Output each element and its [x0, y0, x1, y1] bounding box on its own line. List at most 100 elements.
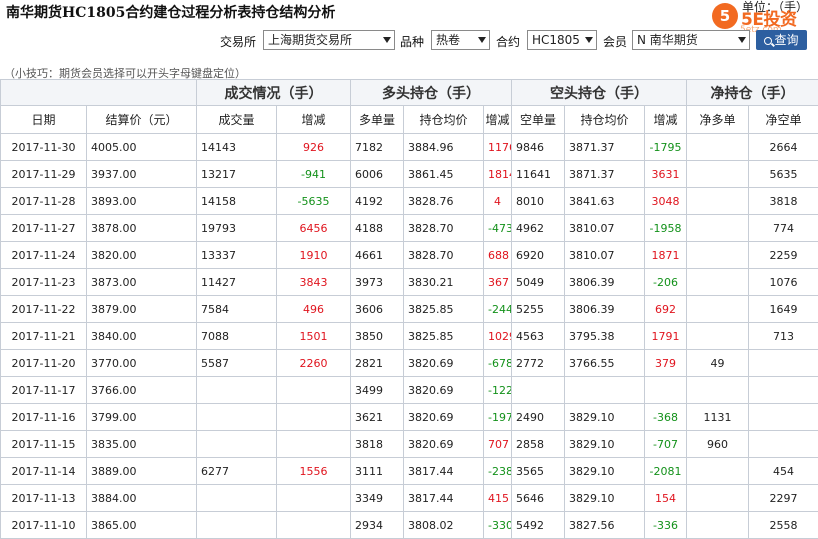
cell-short-avg-price: 3810.07 — [564, 241, 645, 269]
cell-short-qty: 5646 — [511, 484, 565, 512]
cell-long-change: 415 — [483, 484, 512, 512]
cell-short-qty: 5492 — [511, 511, 565, 539]
group-header-row: 成交情况（手） 多头持仓（手） 空头持仓（手） 净持仓（手） — [0, 79, 818, 106]
col-header-settle[interactable]: 结算价（元） — [86, 105, 197, 134]
cell-net-short: 774 — [748, 214, 818, 242]
position-table: 成交情况（手） 多头持仓（手） 空头持仓（手） 净持仓（手） 日期 结算价（元）… — [0, 79, 818, 539]
cell-volume: 13217 — [196, 160, 277, 188]
cell-short-avg-price: 3829.10 — [564, 484, 645, 512]
cell-net-long — [686, 187, 749, 215]
cell-long-qty: 6006 — [350, 160, 404, 188]
cell-short-avg-price: 3829.10 — [564, 430, 645, 458]
cell-short-avg-price: 3795.38 — [564, 322, 645, 350]
cell-long-avg-price: 3817.44 — [403, 484, 484, 512]
cell-volume-change: -941 — [276, 160, 351, 188]
cell-volume: 14143 — [196, 133, 277, 161]
col-header-long-change[interactable]: 增减 — [483, 105, 512, 134]
cell-short-change: -368 — [644, 403, 687, 431]
cell-net-long — [686, 214, 749, 242]
cell-net-long: 1131 — [686, 403, 749, 431]
cell-date: 2017-11-24 — [0, 241, 87, 269]
cell-net-short: 5635 — [748, 160, 818, 188]
cell-long-avg-price: 3828.70 — [403, 241, 484, 269]
column-header-row: 日期 结算价（元） 成交量 增减 多单量 持仓均价 增减 空单量 持仓均价 增减… — [0, 105, 818, 134]
table-row: 2017-11-23 3873.00 11427 3843 3973 3830.21 367… — [0, 268, 818, 296]
cell-net-short: 2297 — [748, 484, 818, 512]
cell-short-qty: 2858 — [511, 430, 565, 458]
col-header-date[interactable]: 日期 — [0, 105, 87, 134]
cell-long-change: 4 — [483, 187, 512, 215]
cell-volume: 6277 — [196, 457, 277, 485]
cell-net-long — [686, 241, 749, 269]
cell-long-change: 688 — [483, 241, 512, 269]
col-header-net-long[interactable]: 净多单 — [686, 105, 749, 134]
table-row: 2017-11-24 3820.00 13337 1910 4661 3828.70 688… — [0, 241, 818, 269]
member-select[interactable]: N 南华期货 — [632, 30, 750, 50]
cell-short-change: -336 — [644, 511, 687, 539]
cell-net-long: 49 — [686, 349, 749, 377]
cell-net-short — [748, 376, 818, 404]
col-header-volume[interactable]: 成交量 — [196, 105, 277, 134]
cell-short-avg-price: 3829.10 — [564, 457, 645, 485]
cell-short-avg-price: 3871.37 — [564, 160, 645, 188]
cell-short-change: -1958 — [644, 214, 687, 242]
cell-short-change — [644, 376, 687, 404]
group-header-net: 净持仓（手） — [686, 79, 818, 106]
cell-long-change: 1814 — [483, 160, 512, 188]
cell-volume-change — [276, 511, 351, 539]
cell-short-qty: 5049 — [511, 268, 565, 296]
cell-net-short: 2259 — [748, 241, 818, 269]
cell-settle-price: 3893.00 — [86, 187, 197, 215]
cell-volume-change: -5635 — [276, 187, 351, 215]
cell-settle-price: 3937.00 — [86, 160, 197, 188]
table-row: 2017-11-14 3889.00 6277 1556 3111 3817.44 -238… — [0, 457, 818, 485]
chevron-down-icon — [585, 37, 593, 43]
group-header-short: 空头持仓（手） — [511, 79, 687, 106]
cell-short-avg-price: 3841.63 — [564, 187, 645, 215]
cell-long-qty: 3349 — [350, 484, 404, 512]
table-row: 2017-11-10 3865.00 2934 3808.02 -330 5492 3827… — [0, 511, 818, 539]
cell-long-avg-price: 3820.69 — [403, 430, 484, 458]
cell-volume-change: 1501 — [276, 322, 351, 350]
cell-long-qty: 3606 — [350, 295, 404, 323]
contract-select[interactable]: HC1805 — [527, 30, 597, 50]
cell-date: 2017-11-15 — [0, 430, 87, 458]
cell-long-change: 1029 — [483, 322, 512, 350]
col-header-volume-change[interactable]: 增减 — [276, 105, 351, 134]
col-header-short-avg[interactable]: 持仓均价 — [564, 105, 645, 134]
table-row: 2017-11-22 3879.00 7584 496 3606 3825.85 -244 5… — [0, 295, 818, 323]
cell-short-avg-price: 3766.55 — [564, 349, 645, 377]
query-button[interactable]: 查询 — [756, 30, 807, 50]
exchange-select[interactable]: 上海期货交易所 — [263, 30, 395, 50]
product-select[interactable]: 热卷 — [431, 30, 490, 50]
member-select-value: N 南华期货 — [637, 33, 698, 47]
cell-settle-price: 3835.00 — [86, 430, 197, 458]
col-header-short-qty[interactable]: 空单量 — [511, 105, 565, 134]
cell-long-qty: 4188 — [350, 214, 404, 242]
col-header-net-short[interactable]: 净空单 — [748, 105, 818, 134]
cell-date: 2017-11-10 — [0, 511, 87, 539]
col-header-long-avg[interactable]: 持仓均价 — [403, 105, 484, 134]
cell-volume — [196, 484, 277, 512]
table-body: 2017-11-304005.001414392671823884.961176… — [0, 133, 818, 539]
cell-volume-change — [276, 403, 351, 431]
table-row: 2017-11-304005.001414392671823884.961176… — [0, 133, 818, 161]
cell-long-avg-price: 3820.69 — [403, 376, 484, 404]
cell-date: 2017-11-20 — [0, 349, 87, 377]
col-header-long-qty[interactable]: 多单量 — [350, 105, 404, 134]
group-header-blank — [0, 79, 197, 106]
cell-short-change: 154 — [644, 484, 687, 512]
exchange-label: 交易所 — [220, 35, 257, 49]
cell-short-qty: 9846 — [511, 133, 565, 161]
cell-long-change: -197 — [483, 403, 512, 431]
cell-net-short: 1076 — [748, 268, 818, 296]
col-header-short-change[interactable]: 增减 — [644, 105, 687, 134]
cell-settle-price: 3770.00 — [86, 349, 197, 377]
cell-volume-change — [276, 430, 351, 458]
page-title: 南华期货HC1805合约建仓过程分析表持仓结构分析 — [6, 5, 336, 21]
cell-long-avg-price: 3861.45 — [403, 160, 484, 188]
cell-volume-change — [276, 484, 351, 512]
cell-short-avg-price: 3806.39 — [564, 295, 645, 323]
table-row: 2017-11-13 3884.00 3349 3817.44 415 5646 3829.… — [0, 484, 818, 512]
cell-long-change: -238 — [483, 457, 512, 485]
